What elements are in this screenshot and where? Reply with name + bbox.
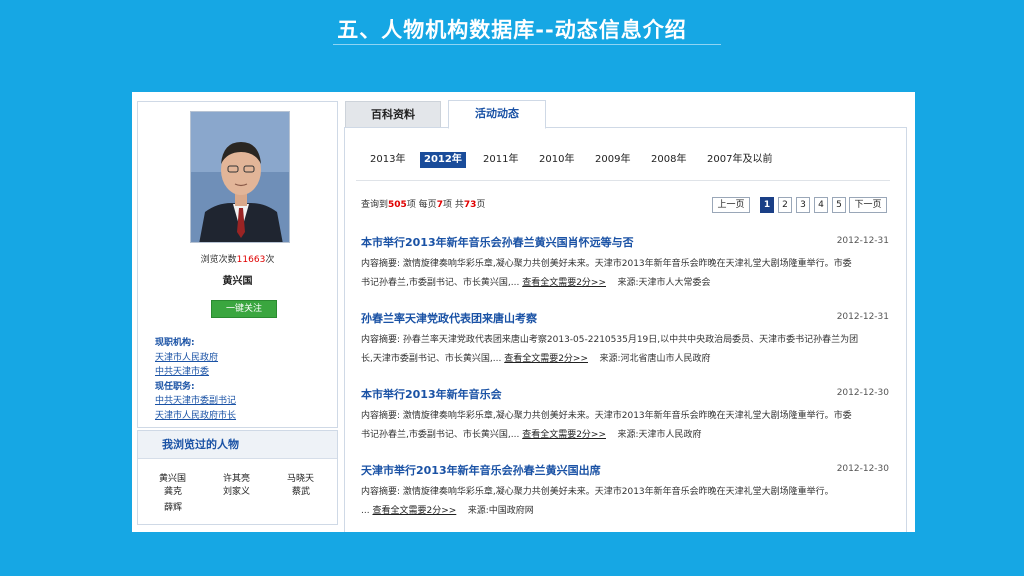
read-more-link[interactable]: 查看全文需要2分>> [504, 354, 588, 364]
year-filter-2008[interactable]: 2008年 [651, 152, 686, 168]
post-link[interactable]: 天津市人民政府市长 [155, 409, 236, 424]
article-item: 孙春兰率天津党政代表团来唐山考察 2012-12-31 内容摘要: 孙春兰率天津… [361, 310, 889, 369]
article-summary: 内容摘要: 激情旋律奏响华彩乐章,凝心聚力共创美好未来。天津市2013年新年音乐… [361, 483, 889, 521]
page-3-button[interactable]: 3 [796, 197, 810, 213]
view-count-unit: 次 [265, 255, 275, 265]
total-pages: 73 [463, 200, 477, 210]
read-more-link[interactable]: 查看全文需要2分>> [522, 278, 606, 288]
article-source: 来源:中国政府网 [467, 506, 534, 516]
page-1-button[interactable]: 1 [760, 197, 774, 213]
article-summary-line: 内容摘要: 孙春兰率天津党政代表团来唐山考察2013-05-2210535月19… [361, 335, 859, 345]
profile-card: 浏览次数11663次 黄兴国 一键关注 现职机构: 天津市人民政府 中共天津市委… [137, 101, 338, 428]
profile-photo [190, 111, 290, 243]
article-item: 本市举行2013年新年音乐会 2012-12-30 内容摘要: 激情旋律奏响华彩… [361, 386, 889, 445]
article-title-link[interactable]: 本市举行2013年新年音乐会孙春兰黄兴国肖怀远等与否 [361, 234, 889, 250]
person-link[interactable]: 许其亮 [223, 471, 250, 484]
summary-text: 项 共 [442, 200, 464, 210]
title-underline [333, 44, 721, 45]
current-org-label: 现职机构: [155, 338, 195, 348]
current-post-label: 现任职务: [155, 381, 195, 392]
article-item: 天津市举行2013年新年音乐会孙春兰黄兴国出席 2012-12-30 内容摘要:… [361, 462, 889, 521]
page-2-button[interactable]: 2 [778, 197, 792, 213]
article-summary: 内容摘要: 激情旋律奏响华彩乐章,凝心聚力共创美好未来。天津市2013年新年音乐… [361, 407, 889, 445]
summary-text: 查询到 [361, 200, 389, 210]
person-link[interactable]: 龚克 [164, 484, 182, 497]
article-summary-line: 长,天津市委副书记、市长黄兴国,... [361, 354, 502, 364]
article-source: 来源:天津市人大常委会 [617, 278, 711, 288]
article-summary: 内容摘要: 孙春兰率天津党政代表团来唐山考察2013-05-2210535月19… [361, 331, 889, 369]
article-summary: 内容摘要: 激情旋律奏响华彩乐章,凝心聚力共创美好未来。天津市2013年新年音乐… [361, 255, 889, 293]
read-more-link[interactable]: 查看全文需要2分>> [522, 430, 606, 440]
article-summary-line: ... [361, 506, 370, 516]
view-count-label: 浏览次数 [200, 255, 237, 265]
result-summary: 查询到505项 每页7项 共73页 [361, 197, 485, 210]
profile-info: 现职机构: 天津市人民政府 中共天津市委 现任职务: 中共天津市委副书记 天津市… [155, 336, 236, 423]
database-window: 浏览次数11663次 黄兴国 一键关注 现职机构: 天津市人民政府 中共天津市委… [132, 92, 915, 532]
prev-page-button[interactable]: 上一页 [712, 197, 750, 213]
next-page-button[interactable]: 下一页 [849, 197, 887, 213]
year-filter-2007-earlier[interactable]: 2007年及以前 [707, 152, 772, 168]
article-summary-line: 内容摘要: 激情旋律奏响华彩乐章,凝心聚力共创美好未来。天津市2013年新年音乐… [361, 259, 852, 269]
year-filter-2012[interactable]: 2012年 [420, 152, 466, 168]
year-filter-2010[interactable]: 2010年 [539, 152, 574, 168]
article-title-link[interactable]: 本市举行2013年新年音乐会 [361, 386, 889, 402]
browsed-people-box: 我浏览过的人物 黄兴国 许其亮 马晓天 龚克 刘家义 蔡武 薛辉 [137, 430, 338, 525]
slide-title: 五、人物机构数据库--动态信息介绍 [337, 18, 687, 42]
person-link[interactable]: 刘家义 [223, 484, 250, 497]
article-date: 2012-12-31 [836, 312, 889, 322]
view-count-number: 11663 [236, 255, 266, 265]
person-link[interactable]: 薛辉 [164, 500, 182, 513]
post-link[interactable]: 中共天津市委副书记 [155, 394, 236, 409]
article-date: 2012-12-30 [836, 388, 889, 398]
year-filter-2013[interactable]: 2013年 [370, 152, 405, 168]
portrait-image [191, 112, 289, 242]
org-link[interactable]: 天津市人民政府 [155, 351, 236, 366]
page-4-button[interactable]: 4 [814, 197, 828, 213]
year-filter-2011[interactable]: 2011年 [483, 152, 518, 168]
article-source: 来源:河北省唐山市人民政府 [599, 354, 711, 364]
article-summary-line: 书记孙春兰,市委副书记、市长黄兴国,... [361, 278, 520, 288]
summary-text: 页 [476, 200, 486, 210]
article-date: 2012-12-30 [836, 464, 889, 474]
org-link[interactable]: 中共天津市委 [155, 365, 236, 380]
article-date: 2012-12-31 [836, 236, 889, 246]
article-summary-line: 内容摘要: 激情旋律奏响华彩乐章,凝心聚力共创美好未来。天津市2013年新年音乐… [361, 487, 834, 497]
article-title-link[interactable]: 孙春兰率天津党政代表团来唐山考察 [361, 310, 889, 326]
view-count: 浏览次数11663次 [138, 252, 337, 265]
person-link[interactable]: 黄兴国 [159, 471, 186, 484]
person-link[interactable]: 马晓天 [287, 471, 314, 484]
year-filter-2009[interactable]: 2009年 [595, 152, 630, 168]
read-more-link[interactable]: 查看全文需要2分>> [372, 506, 456, 516]
article-title-link[interactable]: 天津市举行2013年新年音乐会孙春兰黄兴国出席 [361, 462, 889, 478]
year-filter-divider [356, 180, 890, 181]
person-name: 黄兴国 [222, 276, 253, 287]
article-source: 来源:天津市人民政府 [617, 430, 702, 440]
tab-activity[interactable]: 活动动态 [448, 100, 546, 129]
browsed-people-title: 我浏览过的人物 [138, 431, 337, 459]
article-summary-line: 书记孙春兰,市委副书记、市长黄兴国,... [361, 430, 520, 440]
article-summary-line: 内容摘要: 激情旋律奏响华彩乐章,凝心聚力共创美好未来。天津市2013年新年音乐… [361, 411, 852, 421]
summary-text: 项 每页 [406, 200, 437, 210]
page-5-button[interactable]: 5 [832, 197, 846, 213]
article-item: 本市举行2013年新年音乐会孙春兰黄兴国肖怀远等与否 2012-12-31 内容… [361, 234, 889, 293]
tab-baike[interactable]: 百科资料 [345, 101, 441, 128]
total-results: 505 [388, 200, 407, 210]
person-link[interactable]: 蔡武 [292, 484, 310, 497]
follow-button[interactable]: 一键关注 [211, 300, 277, 318]
